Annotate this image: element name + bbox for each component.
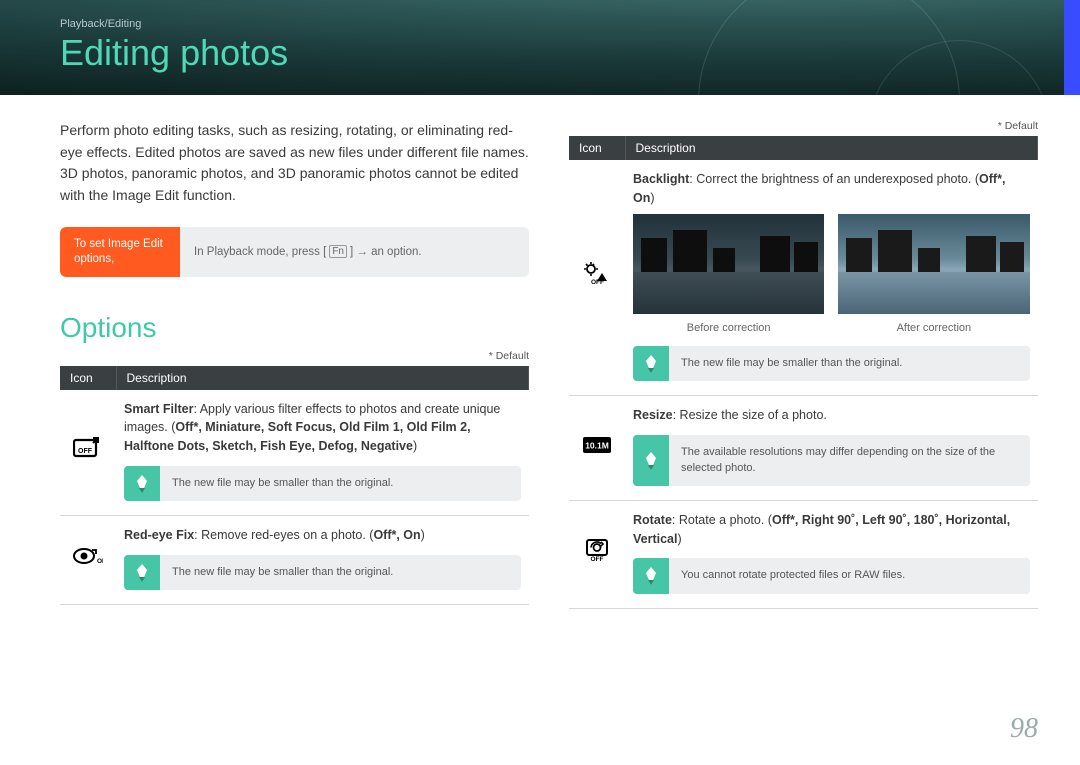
options-table-left: Icon Description OFF Smart Filter: Apply…	[60, 366, 529, 606]
pen-note-icon	[633, 435, 669, 486]
page-title: Editing photos	[60, 32, 1020, 74]
col-header-icon: Icon	[569, 136, 625, 160]
note-text: The new file may be smaller than the ori…	[160, 466, 405, 501]
pen-note-icon	[124, 555, 160, 590]
section-title: Options	[60, 312, 529, 344]
note-text: The new file may be smaller than the ori…	[669, 346, 914, 381]
note-box: The new file may be smaller than the ori…	[124, 555, 521, 590]
pen-note-icon	[124, 466, 160, 501]
svg-text:OFF: OFF	[78, 448, 93, 455]
backlight-icon: OFF	[582, 261, 612, 285]
table-row: 10.1M Resize: Resize the size of a photo…	[569, 396, 1038, 501]
note-text: The available resolutions may differ dep…	[669, 435, 1030, 486]
col-header-desc: Description	[116, 366, 529, 390]
default-note: * Default	[569, 120, 1038, 132]
note-text: The new file may be smaller than the ori…	[160, 555, 405, 590]
pen-note-icon	[633, 558, 669, 593]
note-box: You cannot rotate protected files or RAW…	[633, 558, 1030, 593]
note-text: You cannot rotate protected files or RAW…	[669, 558, 917, 593]
right-column: * Default Icon Description OFF Backlight…	[569, 120, 1038, 609]
instruction-box: To set Image Edit options, In Playback m…	[60, 227, 529, 277]
content-area: Perform photo editing tasks, such as res…	[0, 95, 1080, 609]
table-row: OFF Backlight: Correct the brightness of…	[569, 160, 1038, 396]
table-row: OFF Smart Filter: Apply various filter e…	[60, 390, 529, 516]
note-box: The new file may be smaller than the ori…	[633, 346, 1030, 381]
svg-text:OFF: OFF	[591, 279, 604, 285]
smart-filter-desc: Smart Filter: Apply various filter effec…	[116, 390, 529, 516]
svg-text:OFF: OFF	[591, 556, 604, 562]
smart-filter-icon: OFF	[73, 436, 103, 460]
default-note: * Default	[60, 350, 529, 362]
note-box: The new file may be smaller than the ori…	[124, 466, 521, 501]
fn-key: Fn	[329, 245, 347, 258]
svg-text:OFF: OFF	[97, 558, 103, 565]
resize-desc: Resize: Resize the size of a photo. The …	[625, 396, 1038, 501]
page-number: 98	[1010, 713, 1038, 745]
rotate-desc: Rotate: Rotate a photo. (Off*, Right 90˚…	[625, 500, 1038, 608]
note-box: The available resolutions may differ dep…	[633, 435, 1030, 486]
table-row: OFF Red-eye Fix: Remove red-eyes on a ph…	[60, 516, 529, 605]
breadcrumb: Playback/Editing	[60, 18, 1020, 30]
col-header-desc: Description	[625, 136, 1038, 160]
options-table-right: Icon Description OFF Backlight: Correct …	[569, 136, 1038, 609]
left-column: Perform photo editing tasks, such as res…	[60, 120, 529, 609]
rotate-icon: OFF	[582, 537, 612, 561]
before-caption: Before correction	[633, 320, 824, 337]
col-header-icon: Icon	[60, 366, 116, 390]
table-row: OFF Rotate: Rotate a photo. (Off*, Right…	[569, 500, 1038, 608]
svg-text:10.1M: 10.1M	[585, 440, 609, 450]
after-caption: After correction	[838, 320, 1029, 337]
backlight-desc: Backlight: Correct the brightness of an …	[625, 160, 1038, 396]
redeye-desc: Red-eye Fix: Remove red-eyes on a photo.…	[116, 516, 529, 605]
pen-note-icon	[633, 346, 669, 381]
instruction-text: In Playback mode, press [Fn] → an option…	[180, 227, 436, 277]
before-photo	[633, 214, 824, 314]
photo-comparison: Before correction After correction	[633, 214, 1030, 337]
redeye-icon: OFF	[73, 544, 103, 568]
resize-icon: 10.1M	[582, 433, 612, 457]
instruction-label: To set Image Edit options,	[60, 227, 180, 277]
side-tab-indicator	[1064, 0, 1080, 95]
after-photo	[838, 214, 1029, 314]
page-header: Playback/Editing Editing photos	[0, 0, 1080, 95]
intro-text: Perform photo editing tasks, such as res…	[60, 120, 529, 207]
